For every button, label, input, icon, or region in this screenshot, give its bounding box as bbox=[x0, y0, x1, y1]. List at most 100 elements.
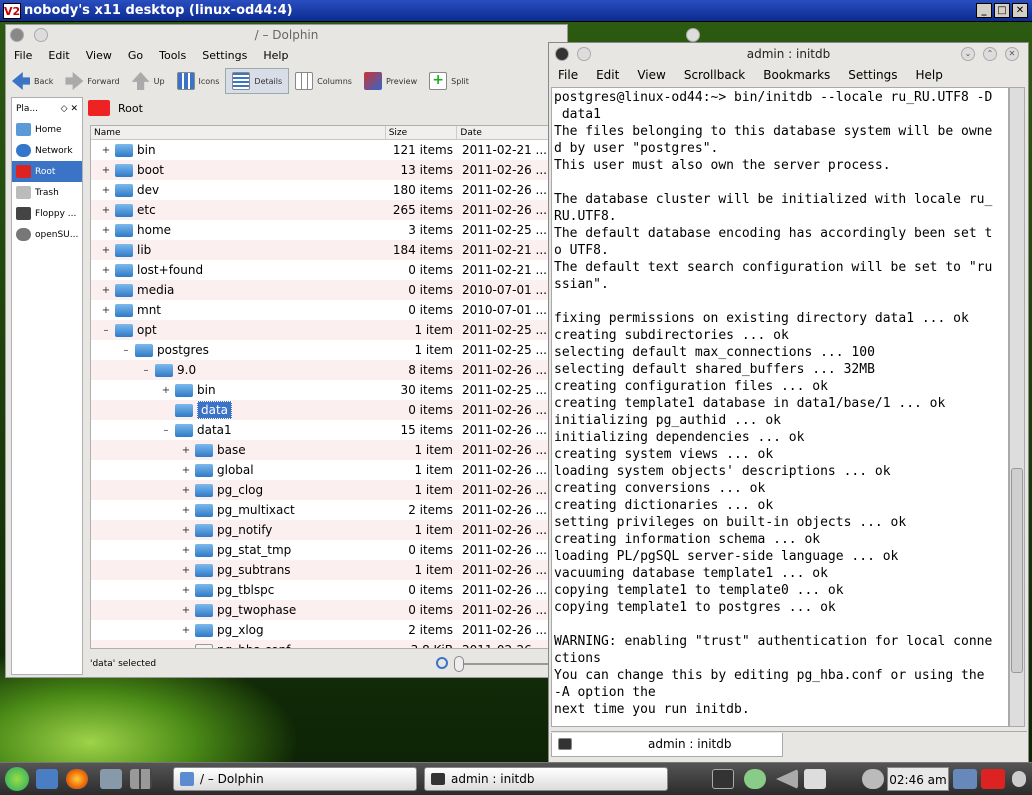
expand-toggle[interactable]: + bbox=[181, 605, 191, 616]
split-button[interactable]: + Split bbox=[423, 68, 475, 94]
expand-toggle[interactable]: + bbox=[101, 145, 111, 156]
firefox-icon[interactable] bbox=[66, 769, 88, 789]
kickoff-menu-icon[interactable] bbox=[5, 767, 29, 791]
info-icon[interactable] bbox=[862, 769, 884, 789]
dolphin-pin-icon[interactable] bbox=[34, 28, 48, 42]
file-row[interactable]: + media 0 items 2010-07-01 ... bbox=[91, 280, 549, 300]
expand-toggle[interactable]: + bbox=[181, 525, 191, 536]
breadcrumb-root[interactable]: Root bbox=[118, 102, 143, 115]
menu-settings[interactable]: Settings bbox=[194, 47, 255, 65]
file-manager-icon[interactable] bbox=[100, 769, 122, 789]
expand-toggle[interactable]: + bbox=[181, 545, 191, 556]
konsole-minimize-icon[interactable]: ⌄ bbox=[961, 47, 975, 61]
column-size-header[interactable]: Size bbox=[386, 126, 458, 139]
konsole-menu-file[interactable]: File bbox=[549, 65, 587, 85]
column-name-header[interactable]: Name bbox=[91, 126, 386, 139]
file-row[interactable]: + bin 121 items 2011-02-21 ... bbox=[91, 140, 549, 160]
file-row[interactable]: + pg_twophase 0 items 2011-02-26 ... bbox=[91, 600, 549, 620]
file-row[interactable]: – data1 15 items 2011-02-26 ... bbox=[91, 420, 549, 440]
file-row[interactable]: – postgres 1 item 2011-02-25 ... bbox=[91, 340, 549, 360]
expand-toggle[interactable]: – bbox=[101, 325, 111, 336]
file-row[interactable]: + pg_tblspc 0 items 2011-02-26 ... bbox=[91, 580, 549, 600]
expand-toggle[interactable]: + bbox=[181, 585, 191, 596]
zoom-slider[interactable] bbox=[436, 655, 556, 673]
logout-icon[interactable] bbox=[981, 769, 1005, 789]
tray-arrow-icon[interactable] bbox=[776, 769, 798, 789]
file-row[interactable]: + boot 13 items 2011-02-26 ... bbox=[91, 160, 549, 180]
file-row[interactable]: + pg_xlog 2 items 2011-02-26 ... bbox=[91, 620, 549, 640]
expand-toggle[interactable]: + bbox=[181, 625, 191, 636]
expand-toggle[interactable]: – bbox=[141, 365, 151, 376]
file-row[interactable]: pg_hba.conf 3.8 KiB 2011-02-26 ... bbox=[91, 640, 549, 648]
places-item-opensuse[interactable]: openSU... bbox=[12, 224, 82, 245]
network-manager-icon[interactable] bbox=[36, 769, 58, 789]
task-konsole[interactable]: admin : initdb bbox=[424, 767, 668, 791]
minimize-button[interactable]: _ bbox=[976, 3, 992, 18]
columns-view-button[interactable]: Columns bbox=[289, 68, 358, 94]
expand-toggle[interactable]: + bbox=[101, 225, 111, 236]
menu-file[interactable]: File bbox=[6, 47, 40, 65]
file-row[interactable]: + pg_notify 1 item 2011-02-26 ... bbox=[91, 520, 549, 540]
terminal-scrollbar[interactable] bbox=[1009, 87, 1025, 727]
expand-toggle[interactable]: + bbox=[101, 285, 111, 296]
update-applet-icon[interactable] bbox=[744, 769, 766, 789]
places-item-network[interactable]: Network bbox=[12, 140, 82, 161]
expand-toggle[interactable]: + bbox=[101, 165, 111, 176]
menu-go[interactable]: Go bbox=[120, 47, 151, 65]
expand-toggle[interactable]: + bbox=[181, 465, 191, 476]
up-button[interactable]: Up bbox=[126, 68, 171, 94]
breadcrumb[interactable]: Root bbox=[88, 97, 548, 119]
vnc-titlebar[interactable]: V2 nobody's x11 desktop (linux-od44:4) _… bbox=[0, 0, 1032, 22]
konsole-pin-icon[interactable] bbox=[577, 47, 591, 61]
clipboard-icon[interactable] bbox=[804, 769, 826, 789]
menu-help[interactable]: Help bbox=[255, 47, 296, 65]
back-button[interactable]: Back bbox=[6, 68, 59, 94]
column-date-header[interactable]: Date bbox=[457, 126, 549, 139]
preview-button[interactable]: Preview bbox=[358, 68, 423, 94]
clock[interactable]: 02:46 am bbox=[887, 767, 949, 791]
file-row[interactable]: data 0 items 2011-02-26 ... bbox=[91, 400, 549, 420]
terminal-tray-icon[interactable] bbox=[712, 769, 734, 789]
file-list[interactable]: Name Size Date + bin 121 items 2011-02-21 .… bbox=[90, 125, 550, 649]
konsole-menu-bookmarks[interactable]: Bookmarks bbox=[754, 65, 839, 85]
file-row[interactable]: + dev 180 items 2011-02-26 ... bbox=[91, 180, 549, 200]
dolphin-window-menu-icon[interactable] bbox=[10, 28, 24, 42]
expand-toggle[interactable]: + bbox=[181, 565, 191, 576]
file-row[interactable]: + lost+found 0 items 2011-02-21 ... bbox=[91, 260, 549, 280]
file-row[interactable]: + pg_clog 1 item 2011-02-26 ... bbox=[91, 480, 549, 500]
menu-edit[interactable]: Edit bbox=[40, 47, 77, 65]
file-row[interactable]: + global 1 item 2011-02-26 ... bbox=[91, 460, 549, 480]
konsole-window-menu-icon[interactable] bbox=[555, 47, 569, 61]
konsole-tab[interactable]: admin : initdb bbox=[551, 732, 783, 757]
terminal-output[interactable]: postgres@linux-od44:~> bin/initdb --loca… bbox=[551, 87, 1009, 727]
expand-toggle[interactable]: + bbox=[101, 265, 111, 276]
places-close-icon[interactable]: ◇ ✕ bbox=[61, 104, 78, 114]
expand-toggle[interactable]: + bbox=[161, 385, 171, 396]
konsole-close-icon[interactable]: ✕ bbox=[1005, 47, 1019, 61]
expand-toggle[interactable]: + bbox=[101, 245, 111, 256]
places-item-trash[interactable]: Trash bbox=[12, 182, 82, 203]
scrollbar-thumb[interactable] bbox=[1011, 468, 1023, 673]
minimize-icon[interactable] bbox=[686, 28, 700, 42]
file-row[interactable]: + lib 184 items 2011-02-21 ... bbox=[91, 240, 549, 260]
dolphin-window[interactable]: / – Dolphin File Edit View Go Tools Sett… bbox=[5, 24, 700, 678]
cashew-icon[interactable] bbox=[1012, 771, 1026, 787]
konsole-maximize-icon[interactable]: ⌃ bbox=[983, 47, 997, 61]
expand-toggle[interactable]: + bbox=[181, 485, 191, 496]
pager-icon[interactable] bbox=[130, 769, 152, 789]
file-row[interactable]: + base 1 item 2011-02-26 ... bbox=[91, 440, 549, 460]
expand-toggle[interactable]: + bbox=[181, 445, 191, 456]
file-row[interactable]: + home 3 items 2011-02-25 ... bbox=[91, 220, 549, 240]
forward-button[interactable]: Forward bbox=[59, 68, 125, 94]
file-row[interactable]: + pg_stat_tmp 0 items 2011-02-26 ... bbox=[91, 540, 549, 560]
konsole-window[interactable]: admin : initdb ⌄ ⌃ ✕ File Edit View Scro… bbox=[548, 42, 1029, 764]
menu-tools[interactable]: Tools bbox=[151, 47, 194, 65]
konsole-menu-settings[interactable]: Settings bbox=[839, 65, 906, 85]
expand-toggle[interactable]: – bbox=[161, 425, 171, 436]
file-row[interactable]: + pg_multixact 2 items 2011-02-26 ... bbox=[91, 500, 549, 520]
places-item-root[interactable]: Root bbox=[12, 161, 82, 182]
close-button[interactable]: ✕ bbox=[1012, 3, 1028, 18]
konsole-menu-edit[interactable]: Edit bbox=[587, 65, 628, 85]
file-row[interactable]: + mnt 0 items 2010-07-01 ... bbox=[91, 300, 549, 320]
details-view-button[interactable]: Details bbox=[225, 68, 290, 94]
